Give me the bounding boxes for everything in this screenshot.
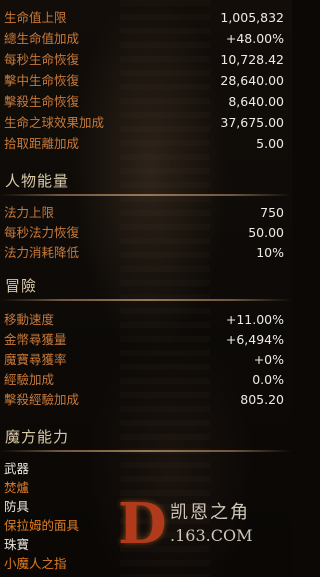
stat-row-magic-find: 魔寶尋獲率 +0% — [4, 350, 284, 370]
watermark-name: 凯恩之角 — [170, 502, 250, 523]
stat-value: +11.00% — [225, 312, 284, 327]
watermark-logo: D — [118, 491, 167, 557]
stat-row-life-per-second: 每秒生命恢復 10,728.42 — [4, 50, 284, 70]
stat-label: 擊殺經驗加成 — [4, 392, 80, 407]
stat-value: 5.00 — [256, 136, 284, 151]
stat-value: 805.20 — [240, 392, 284, 407]
stat-row-max-life: 生命值上限 1,005,832 — [4, 8, 284, 28]
section-header-adventure: 冒險 — [5, 277, 38, 295]
stat-value: 0.0% — [252, 372, 284, 387]
stat-label: 經驗加成 — [4, 372, 55, 387]
stat-row-total-life-bonus: 總生命值加成 +48.00% — [4, 29, 284, 49]
stat-row-max-mana: 法力上限 750 — [4, 203, 284, 223]
stat-row-health-globe-bonus: 生命之球效果加成 37,675.00 — [4, 113, 284, 133]
site-watermark: D 凯恩之角 .163.COM — [118, 488, 288, 563]
stat-label: 金幣尋獲量 — [4, 332, 67, 347]
stat-value: 50.00 — [248, 225, 284, 240]
stat-value: 37,675.00 — [220, 115, 284, 130]
stat-value: 10% — [256, 245, 284, 260]
stat-label: 生命值上限 — [4, 10, 67, 25]
cube-power-jewelry[interactable]: 小魔人之指 — [4, 555, 67, 573]
cube-slot-jewelry-label: 珠寶 — [4, 537, 30, 552]
stat-value: 8,640.00 — [228, 94, 284, 109]
stat-value: +6,494% — [225, 332, 284, 347]
stat-row-movement-speed: 移動速度 +11.00% — [4, 310, 284, 330]
stat-value: 1,005,832 — [220, 10, 284, 25]
stat-label: 每秒法力恢復 — [4, 225, 80, 240]
stat-row-life-per-kill: 擊殺生命恢復 8,640.00 — [4, 92, 284, 112]
stat-value: +0% — [253, 352, 284, 367]
stat-label: 法力上限 — [4, 205, 55, 220]
stat-label: 法力消耗降低 — [4, 245, 80, 260]
cube-slot-armor-label: 防具 — [4, 499, 30, 514]
stat-row-experience-bonus: 經驗加成 0.0% — [4, 370, 284, 390]
stat-row-mana-regen: 每秒法力恢復 50.00 — [4, 223, 284, 243]
stat-value: 750 — [260, 205, 284, 220]
stat-row-gold-find: 金幣尋獲量 +6,494% — [4, 330, 284, 350]
section-divider — [0, 194, 292, 196]
stat-value: +48.00% — [225, 31, 284, 46]
cube-power-weapon[interactable]: 焚爐 — [4, 479, 29, 497]
stat-label: 擊中生命恢復 — [4, 73, 80, 88]
stat-value: 10,728.42 — [220, 52, 284, 67]
stat-label: 拾取距離加成 — [4, 136, 80, 151]
section-divider — [0, 450, 292, 452]
section-divider — [0, 299, 292, 301]
section-header-cube-powers: 魔方能力 — [5, 428, 70, 446]
stat-row-pickup-radius: 拾取距離加成 5.00 — [4, 134, 284, 154]
cube-slot-weapon-label: 武器 — [4, 461, 30, 476]
stat-label: 每秒生命恢復 — [4, 52, 80, 67]
stat-label: 移動速度 — [4, 312, 55, 327]
watermark-site: .163.COM — [170, 526, 253, 545]
stat-label: 擊殺生命恢復 — [4, 94, 80, 109]
stat-label: 總生命值加成 — [4, 31, 80, 46]
cube-power-armor[interactable]: 保拉姆的面具 — [4, 517, 79, 535]
stat-row-mana-cost-reduction: 法力消耗降低 10% — [4, 243, 284, 263]
stat-row-kill-experience-bonus: 擊殺經驗加成 805.20 — [4, 390, 284, 410]
stat-row-life-per-hit: 擊中生命恢復 28,640.00 — [4, 71, 284, 91]
stat-label: 生命之球效果加成 — [4, 115, 105, 130]
section-header-resource: 人物能量 — [5, 172, 70, 190]
stat-label: 魔寶尋獲率 — [4, 352, 67, 367]
stat-value: 28,640.00 — [220, 73, 284, 88]
